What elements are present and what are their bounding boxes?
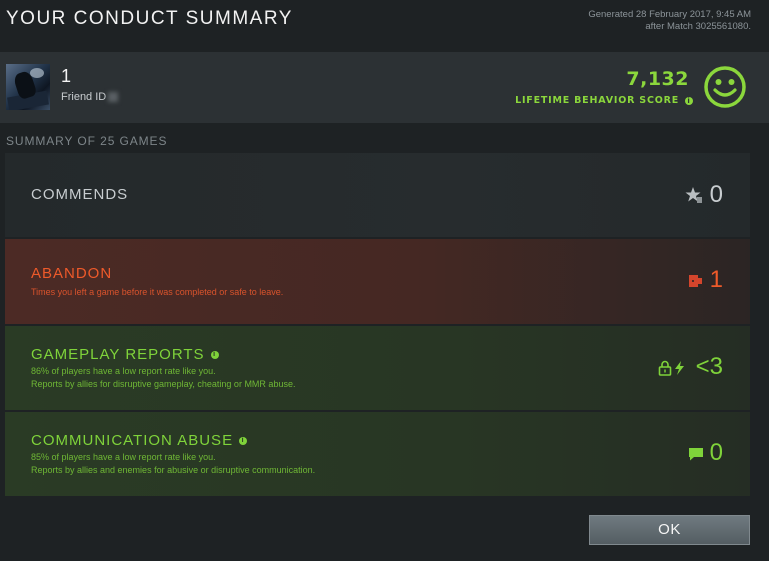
abandon-title: ABANDON — [31, 265, 113, 282]
gameplay-reports-title: GAMEPLAY REPORTS i — [31, 346, 219, 363]
exit-door-icon — [689, 275, 702, 287]
generated-date: Generated 28 February 2017, 9:45 AM — [588, 9, 751, 20]
communication-abuse-count: 0 — [709, 439, 723, 466]
communication-abuse-row: COMMUNICATION ABUSE i 85% of players have… — [5, 412, 750, 496]
communication-abuse-stat: 85% of players have a low report rate li… — [31, 452, 216, 462]
abandon-description: Times you left a game before it was comp… — [31, 287, 284, 297]
friend-id-label: Friend ID — [61, 91, 107, 103]
star-icon — [685, 187, 702, 203]
communication-abuse-title: COMMUNICATION ABUSE i — [31, 432, 248, 449]
lock-lightning-icon — [658, 360, 684, 376]
gameplay-reports-count: <3 — [695, 353, 723, 380]
avatar[interactable] — [6, 64, 50, 110]
info-icon[interactable]: i — [239, 437, 248, 446]
info-icon[interactable]: i — [685, 96, 693, 105]
summary-heading: SUMMARY OF 25 GAMES — [6, 134, 168, 148]
commends-row: COMMENDS 0 — [5, 153, 750, 237]
ok-button[interactable]: OK — [589, 515, 750, 545]
friend-id: Friend ID — [61, 91, 119, 103]
player-name: 1 — [61, 66, 72, 86]
gameplay-reports-description: Reports by allies for disruptive gamepla… — [31, 379, 296, 389]
behavior-score-value: 7,132 — [626, 68, 689, 90]
communication-abuse-description: Reports by allies and enemies for abusiv… — [31, 465, 316, 475]
generated-match: after Match 3025561080. — [645, 21, 751, 32]
gameplay-reports-stat: 86% of players have a low report rate li… — [31, 366, 216, 376]
commends-count: 0 — [709, 181, 723, 208]
chat-bubble-icon — [689, 448, 703, 461]
info-icon[interactable]: i — [210, 351, 219, 360]
smiley-face-icon — [704, 66, 746, 108]
abandon-row: ABANDON Times you left a game before it … — [5, 239, 750, 324]
page-title: YOUR CONDUCT SUMMARY — [6, 8, 293, 29]
gameplay-reports-row: GAMEPLAY REPORTS i 86% of players have a … — [5, 326, 750, 410]
friend-id-redacted — [108, 92, 119, 103]
behavior-score-label: LIFETIME BEHAVIOR SCORE i — [515, 95, 693, 106]
commends-title: COMMENDS — [31, 186, 129, 203]
abandon-count: 1 — [709, 266, 723, 293]
generated-info: Generated 28 February 2017, 9:45 AM afte… — [491, 9, 751, 33]
